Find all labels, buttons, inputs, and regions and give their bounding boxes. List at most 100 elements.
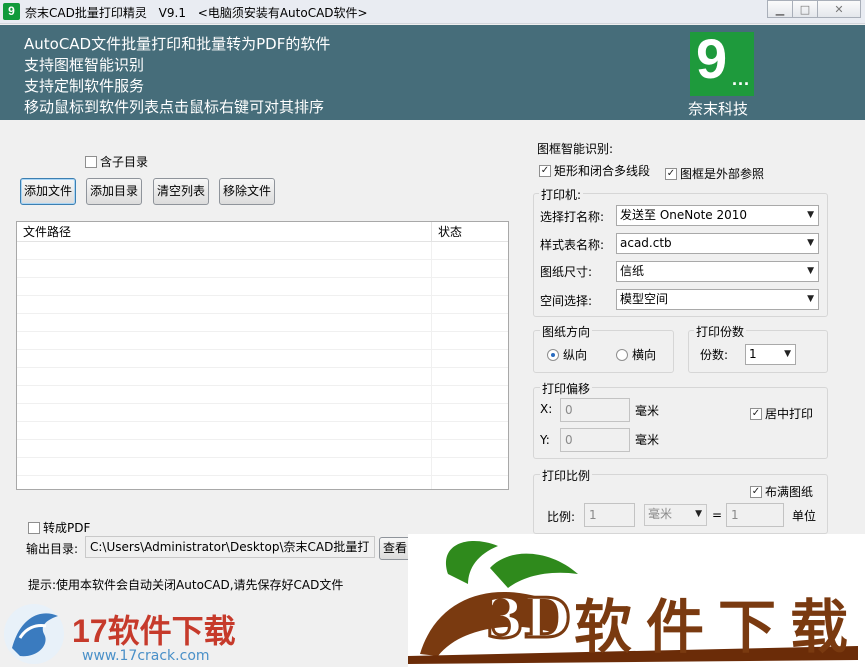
- printer-name-label: 选择打名称:: [540, 210, 605, 224]
- paper-select[interactable]: 信纸 ▼: [616, 261, 819, 282]
- style-value: acad.ctb: [620, 236, 672, 250]
- maximize-icon: □: [799, 3, 811, 16]
- portrait-radio[interactable]: 纵向: [547, 346, 587, 363]
- table-row[interactable]: [17, 368, 508, 386]
- scale-unit-select[interactable]: 毫米 ▼: [644, 504, 707, 526]
- app-notice: <电脑须安装有AutoCAD软件>: [197, 6, 368, 20]
- printer-name-select[interactable]: 发送至 OneNote 2010 ▼: [616, 205, 819, 226]
- clear-list-button[interactable]: 清空列表: [153, 178, 209, 205]
- check-icon[interactable]: ✓: [665, 167, 677, 180]
- remove-file-button[interactable]: 移除文件: [219, 178, 275, 205]
- radio-indicator[interactable]: [616, 348, 628, 361]
- logo-digit: 9: [696, 27, 728, 90]
- banner-line: 支持图框智能识别: [24, 56, 145, 74]
- chevron-down-icon: ▼: [695, 509, 702, 519]
- scale-unit-label: 单位: [792, 509, 817, 523]
- checkbox-box[interactable]: [28, 521, 40, 534]
- frame-detect-title: 图框智能识别:: [537, 142, 614, 156]
- paper-label: 图纸尺寸:: [540, 265, 593, 279]
- watermark-3d-text: 软件下载: [574, 593, 863, 661]
- table-row[interactable]: [17, 476, 508, 489]
- banner-line: 移动鼠标到软件列表点击鼠标右键可对其排序: [24, 98, 325, 116]
- chevron-down-icon: ▼: [807, 238, 814, 248]
- radio-indicator[interactable]: [547, 348, 559, 361]
- center-print-label: 居中打印: [765, 407, 814, 421]
- chevron-down-icon: ▼: [807, 210, 814, 220]
- center-print-checkbox[interactable]: ✓ 居中打印: [750, 405, 813, 422]
- scale-unit-value: 毫米: [648, 507, 673, 521]
- checkbox-box[interactable]: [85, 155, 97, 168]
- printer-name-value: 发送至 OneNote 2010: [620, 208, 748, 222]
- table-row[interactable]: [17, 350, 508, 368]
- watermark-3d-mark: 3D: [484, 585, 571, 652]
- minimize-button[interactable]: ▁: [767, 0, 793, 18]
- table-row[interactable]: [17, 332, 508, 350]
- scale-label: 比例:: [547, 510, 576, 524]
- copies-select[interactable]: 1 ▼: [745, 344, 796, 365]
- output-dir-label: 输出目录:: [26, 542, 79, 556]
- scale-right-input[interactable]: 1: [726, 503, 784, 527]
- rect-polyline-checkbox[interactable]: ✓ 矩形和闭合多线段: [539, 162, 650, 179]
- column-header-path[interactable]: 文件路径: [17, 222, 432, 241]
- check-icon[interactable]: ✓: [750, 407, 762, 420]
- window-controls: ▁ □ ✕: [767, 0, 861, 18]
- table-row[interactable]: [17, 296, 508, 314]
- scale-left-input[interactable]: 1: [584, 503, 635, 527]
- check-icon[interactable]: ✓: [750, 485, 762, 498]
- logo-dots: ...: [731, 69, 750, 89]
- space-value: 模型空间: [620, 292, 669, 306]
- fit-paper-checkbox[interactable]: ✓ 布满图纸: [750, 483, 813, 500]
- landscape-label: 横向: [632, 348, 657, 362]
- app-version: V9.1: [158, 6, 186, 20]
- watermark-3d: 3D 软件下载: [408, 534, 865, 667]
- offset-x-input[interactable]: 0: [560, 398, 630, 422]
- column-header-status[interactable]: 状态: [432, 222, 462, 241]
- title-bar: 9 奈末CAD批量打印精灵 V9.1 <电脑须安装有AutoCAD软件> ▁ □…: [0, 0, 865, 24]
- offset-title: 打印偏移: [540, 380, 593, 397]
- app-icon[interactable]: 9: [3, 3, 20, 20]
- tip-text: 提示:使用本软件会自动关闭AutoCAD,请先保存好CAD文件: [28, 578, 344, 592]
- table-row[interactable]: [17, 278, 508, 296]
- include-subdirs-checkbox[interactable]: 含子目录: [85, 153, 148, 170]
- space-select[interactable]: 模型空间 ▼: [616, 289, 819, 310]
- include-subdirs-label: 含子目录: [100, 155, 149, 169]
- copies-label: 份数:: [700, 348, 729, 362]
- table-row[interactable]: [17, 422, 508, 440]
- chevron-down-icon: ▼: [807, 266, 814, 276]
- add-folder-button[interactable]: 添加目录: [86, 178, 142, 205]
- style-label: 样式表名称:: [540, 238, 605, 252]
- table-row[interactable]: [17, 314, 508, 332]
- output-dir-field[interactable]: C:\Users\Administrator\Desktop\奈末CAD批量打图…: [85, 536, 375, 558]
- space-label: 空间选择:: [540, 294, 593, 308]
- landscape-radio[interactable]: 横向: [616, 346, 656, 363]
- table-row[interactable]: [17, 458, 508, 476]
- printer-group-title: 打印机:: [539, 186, 584, 203]
- table-row[interactable]: [17, 404, 508, 422]
- frame-xref-checkbox[interactable]: ✓ 图框是外部参照: [665, 165, 764, 182]
- table-row[interactable]: [17, 260, 508, 278]
- close-button[interactable]: ✕: [817, 0, 861, 18]
- offset-y-label: Y:: [540, 433, 550, 447]
- add-file-button[interactable]: 添加文件: [20, 178, 76, 205]
- file-list[interactable]: 文件路径 状态: [16, 221, 509, 490]
- maximize-button[interactable]: □: [792, 0, 818, 18]
- banner-line: AutoCAD文件批量打印和批量转为PDF的软件: [24, 35, 331, 53]
- frame-xref-label: 图框是外部参照: [680, 167, 765, 181]
- list-header: 文件路径 状态: [17, 222, 508, 242]
- banner-text: AutoCAD文件批量打印和批量转为PDF的软件 支持图框智能识别 支持定制软件…: [24, 34, 330, 118]
- copies-title: 打印份数: [694, 323, 747, 340]
- table-row[interactable]: [17, 242, 508, 260]
- style-select[interactable]: acad.ctb ▼: [616, 233, 819, 254]
- window-title: 奈末CAD批量打印精灵 V9.1 <电脑须安装有AutoCAD软件>: [25, 4, 376, 21]
- to-pdf-checkbox[interactable]: 转成PDF: [28, 519, 90, 536]
- chevron-down-icon: ▼: [807, 294, 814, 304]
- table-row[interactable]: [17, 440, 508, 458]
- table-row[interactable]: [17, 386, 508, 404]
- app-name: 奈末CAD批量打印精灵: [25, 6, 147, 20]
- chevron-down-icon: ▼: [784, 349, 791, 359]
- to-pdf-label: 转成PDF: [43, 521, 91, 535]
- banner: AutoCAD文件批量打印和批量转为PDF的软件 支持图框智能识别 支持定制软件…: [0, 25, 865, 120]
- offset-y-input[interactable]: 0: [560, 428, 630, 452]
- check-icon[interactable]: ✓: [539, 164, 551, 177]
- paper-value: 信纸: [620, 264, 645, 278]
